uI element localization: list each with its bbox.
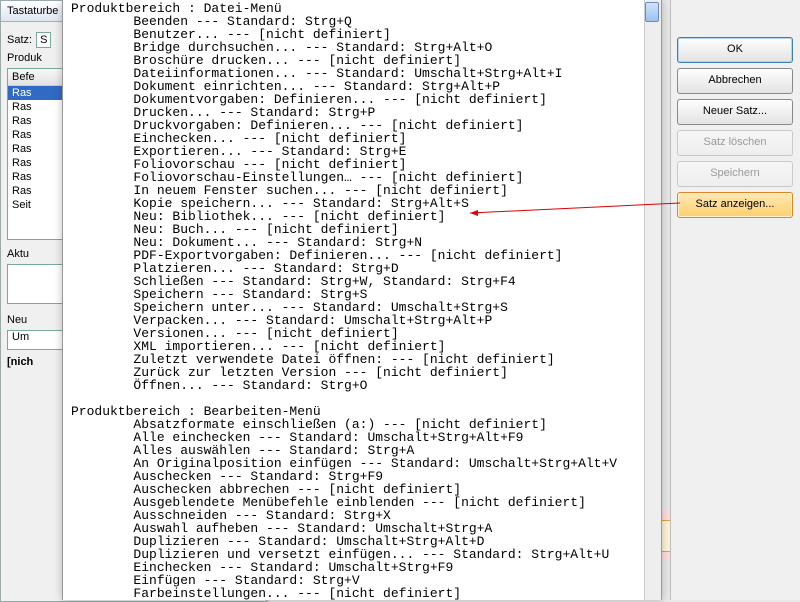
listing-content: Produktbereich : Datei-Menü Beenden --- … bbox=[71, 2, 643, 600]
scrollbar[interactable] bbox=[644, 0, 661, 600]
shortcut-listing-window: Produktbereich : Datei-Menü Beenden --- … bbox=[62, 0, 662, 600]
ok-button[interactable]: OK bbox=[677, 37, 793, 63]
button-panel: OK Abbrechen Neuer Satz... Satz löschen … bbox=[670, 0, 800, 600]
save-button: Speichern bbox=[677, 161, 793, 187]
aktuell-label: Aktu bbox=[7, 248, 29, 260]
scrollbar-thumb[interactable] bbox=[645, 2, 659, 22]
produktbereich-label: Produk bbox=[7, 52, 42, 64]
satz-value[interactable]: S bbox=[36, 32, 51, 48]
new-set-button[interactable]: Neuer Satz... bbox=[677, 99, 793, 125]
show-set-button[interactable]: Satz anzeigen... bbox=[677, 192, 793, 218]
neu-label: Neu bbox=[7, 314, 27, 326]
satz-label: Satz: bbox=[7, 34, 32, 46]
cancel-button[interactable]: Abbrechen bbox=[677, 68, 793, 94]
nicht-definiert-label: [nich bbox=[7, 356, 33, 368]
delete-set-button: Satz löschen bbox=[677, 130, 793, 156]
